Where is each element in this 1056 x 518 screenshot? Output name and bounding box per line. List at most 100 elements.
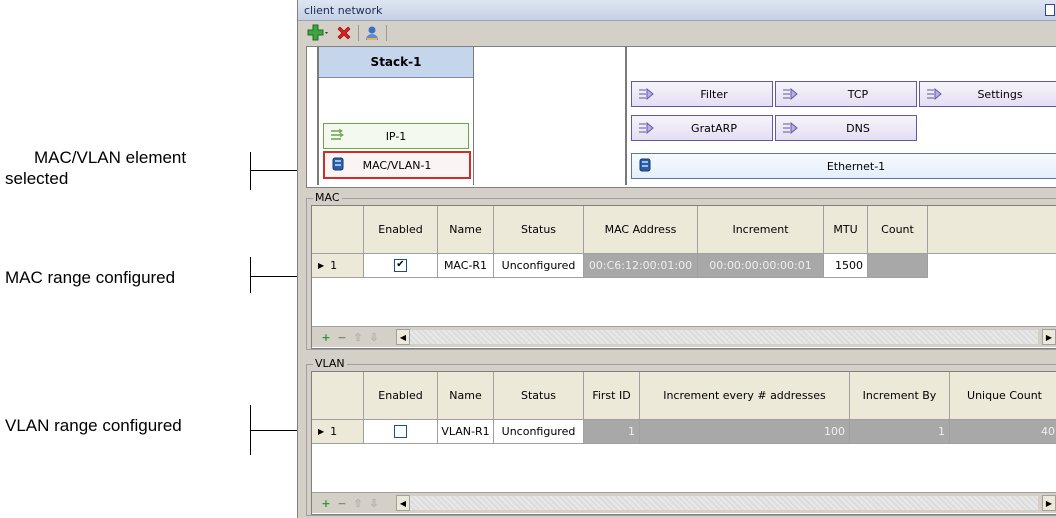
first-id-cell[interactable]: 1 <box>584 420 640 444</box>
column-header-mtu[interactable]: MTU <box>824 206 868 254</box>
vlan-grid-navbar: + − ⇧ ⇩ ◀ ▶ <box>312 492 1056 513</box>
protocol-label: Filter <box>700 87 728 101</box>
stack-editor: Stack-1 IP-1 MAC/VLAN-1 Filter TCP Setti… <box>306 46 1056 188</box>
mac-group-legend: MAC <box>313 191 342 204</box>
current-row-arrow-icon: ▶ <box>318 427 325 436</box>
column-header-name[interactable]: Name <box>438 372 494 420</box>
column-header-increment-by[interactable]: Increment By <box>850 372 950 420</box>
arrow-right-icon <box>639 122 654 134</box>
enabled-cell[interactable] <box>364 420 438 444</box>
stack-column: Stack-1 IP-1 MAC/VLAN-1 <box>317 47 474 185</box>
column-header-status[interactable]: Status <box>494 372 584 420</box>
protocol-filter[interactable]: Filter <box>631 81 773 107</box>
status-cell: Unconfigured <box>494 254 584 278</box>
move-up-icon[interactable]: ⇧ <box>350 331 366 344</box>
mtu-cell[interactable]: 1500 <box>824 254 868 278</box>
column-header-status[interactable]: Status <box>494 206 584 254</box>
stack-element-ethernet[interactable]: Ethernet-1 <box>631 153 1056 179</box>
protocol-label: TCP <box>847 87 869 101</box>
vlan-group-legend: VLAN <box>313 357 347 370</box>
stack-element-ip[interactable]: IP-1 <box>323 123 469 149</box>
move-up-icon[interactable]: ⇧ <box>350 497 366 510</box>
annotation-bracket-mac-vlan <box>250 152 251 190</box>
protocol-settings[interactable]: Settings <box>919 81 1056 107</box>
row-indicator[interactable]: ▶ 1 <box>312 254 364 278</box>
column-header-first-id[interactable]: First ID <box>584 372 640 420</box>
stack-header[interactable]: Stack-1 <box>319 47 473 78</box>
mac-address-cell[interactable]: 00:C6:12:00:01:00 <box>584 254 698 278</box>
add-row-icon[interactable]: + <box>318 331 334 344</box>
annotation-line2: selected <box>5 169 69 188</box>
row-indicator[interactable]: ▶ 1 <box>312 420 364 444</box>
name-cell[interactable]: VLAN-R1 <box>438 420 494 444</box>
restore-icon[interactable] <box>1045 4 1055 16</box>
column-header-increment-every[interactable]: Increment every # addresses <box>640 372 850 420</box>
scroll-left-icon[interactable]: ◀ <box>396 495 410 511</box>
column-header-count[interactable]: Count <box>868 206 928 254</box>
annotation-mac-vlan-selected-2: selected <box>5 168 68 189</box>
mac-group: MAC Enabled Name Status MAC Address Incr… <box>306 191 1056 350</box>
protocol-label: GratARP <box>691 121 737 135</box>
row-indicator-header <box>312 372 364 420</box>
increment-every-cell[interactable]: 100 <box>640 420 850 444</box>
column-header-enabled[interactable]: Enabled <box>364 206 438 254</box>
count-cell[interactable] <box>868 254 928 278</box>
vlan-table-row[interactable]: ▶ 1 VLAN-R1 Unconfigured 1 100 1 40 <box>312 420 1056 444</box>
toolbar-separator-2 <box>386 25 387 41</box>
user-properties-icon <box>366 26 378 40</box>
protocol-label: DNS <box>846 121 870 135</box>
add-button[interactable] <box>306 23 330 43</box>
scroll-right-icon[interactable]: ▶ <box>1042 329 1056 345</box>
annotation-vlan-range: VLAN range configured <box>5 416 182 435</box>
stack-element-mac-vlan[interactable]: MAC/VLAN-1 <box>323 151 471 179</box>
enabled-cell[interactable]: ✔ <box>364 254 438 278</box>
move-down-icon[interactable]: ⇩ <box>366 497 382 510</box>
add-plus-icon <box>307 24 328 41</box>
column-header-mac-address[interactable]: MAC Address <box>584 206 698 254</box>
delete-button[interactable] <box>334 23 354 43</box>
increment-by-cell[interactable]: 1 <box>850 420 950 444</box>
column-header-increment[interactable]: Increment <box>698 206 824 254</box>
move-down-icon[interactable]: ⇩ <box>366 331 382 344</box>
arrow-right-icon <box>639 88 654 100</box>
column-header-unique-count[interactable]: Unique Count <box>950 372 1056 420</box>
add-row-icon[interactable]: + <box>318 497 334 510</box>
column-header-enabled[interactable]: Enabled <box>364 372 438 420</box>
protocol-dns[interactable]: DNS <box>775 115 917 141</box>
properties-button[interactable] <box>362 23 382 43</box>
stack-element-label: IP-1 <box>385 129 407 143</box>
annotation-mac-vlan-selected: MAC/VLAN element <box>34 147 186 168</box>
mac-grid: Enabled Name Status MAC Address Incremen… <box>311 205 1056 349</box>
remove-row-icon[interactable]: − <box>334 331 350 344</box>
enabled-checkbox[interactable]: ✔ <box>394 259 407 272</box>
annotation-line1: MAC/VLAN element <box>34 148 187 167</box>
client-network-window: client network Stack-1 IP-1 MAC/VLAN-1 F… <box>297 0 1056 518</box>
unique-count-cell[interactable]: 40 <box>950 420 1056 444</box>
vlan-group: VLAN Enabled Name Status First ID Increm… <box>306 357 1056 516</box>
protocol-label: Settings <box>977 87 1023 101</box>
increment-cell[interactable]: 00:00:00:00:00:01 <box>698 254 824 278</box>
status-cell: Unconfigured <box>494 420 584 444</box>
annotation-mac-range: MAC range configured <box>5 268 176 287</box>
mac-grid-header: Enabled Name Status MAC Address Incremen… <box>312 206 1056 254</box>
enabled-checkbox[interactable] <box>394 425 407 438</box>
horizontal-scrollbar[interactable] <box>410 330 1038 344</box>
protocol-gratarp[interactable]: GratARP <box>631 115 773 141</box>
current-row-arrow-icon: ▶ <box>318 261 325 270</box>
scroll-right-icon[interactable]: ▶ <box>1042 495 1056 511</box>
name-cell[interactable]: MAC-R1 <box>438 254 494 278</box>
remove-row-icon[interactable]: − <box>334 497 350 510</box>
mac-table-row[interactable]: ▶ 1 ✔ MAC-R1 Unconfigured 00:C6:12:00:01… <box>312 254 928 278</box>
stack-divider <box>625 47 627 185</box>
arrow-right-icon <box>927 88 942 100</box>
title-bar: client network <box>298 0 1056 21</box>
horizontal-scrollbar[interactable] <box>410 496 1038 510</box>
scroll-left-icon[interactable]: ◀ <box>396 329 410 345</box>
vlan-grid: Enabled Name Status First ID Increment e… <box>311 371 1056 515</box>
row-index: 1 <box>330 425 338 438</box>
arrow-right-icon <box>783 88 798 100</box>
ethernet-icon <box>639 158 651 172</box>
ethernet-label: Ethernet-1 <box>826 159 886 173</box>
protocol-tcp[interactable]: TCP <box>775 81 917 107</box>
column-header-name[interactable]: Name <box>438 206 494 254</box>
